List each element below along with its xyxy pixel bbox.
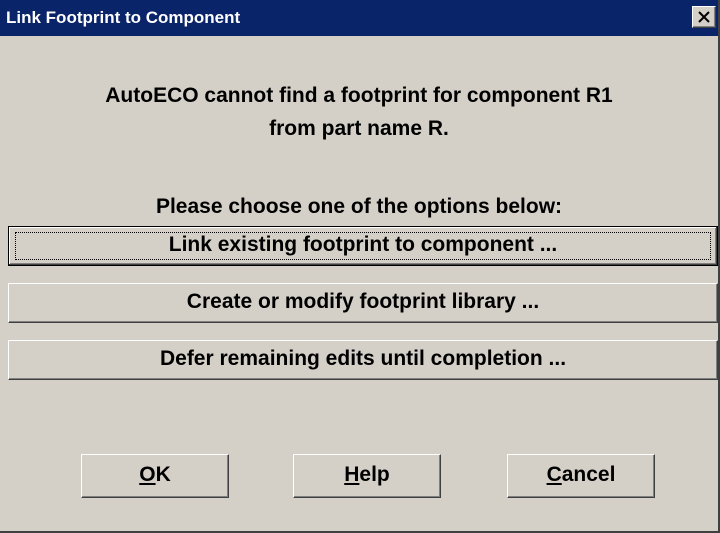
ok-label-rest: K — [155, 463, 171, 486]
ok-button[interactable]: OK — [81, 454, 229, 498]
link-existing-footprint-button[interactable]: Link existing footprint to component ... — [8, 226, 718, 266]
create-modify-library-button[interactable]: Create or modify footprint library ... — [8, 283, 718, 323]
cancel-label-rest: ancel — [561, 463, 616, 486]
defer-edits-button[interactable]: Defer remaining edits until completion .… — [8, 340, 718, 380]
close-button[interactable] — [692, 6, 716, 28]
cancel-accelerator: C — [546, 463, 562, 486]
message-line-1: AutoECO cannot find a footprint for comp… — [105, 84, 613, 107]
cancel-button[interactable]: Cancel — [507, 454, 655, 498]
window-title: Link Footprint to Component — [6, 8, 241, 27]
link-existing-footprint-label: Link existing footprint to component ... — [168, 233, 558, 256]
help-accelerator: H — [344, 463, 360, 486]
help-label-rest: elp — [359, 463, 390, 486]
help-button[interactable]: Help — [293, 454, 441, 498]
options-prompt: Please choose one of the options below: — [155, 195, 563, 218]
close-icon — [698, 11, 710, 23]
title-bar[interactable]: Link Footprint to Component — [0, 0, 718, 36]
message-line-2: from part name R. — [269, 117, 449, 140]
ok-accelerator: O — [139, 463, 156, 486]
defer-edits-label: Defer remaining edits until completion .… — [159, 347, 567, 370]
create-modify-library-label: Create or modify footprint library ... — [186, 290, 540, 313]
dialog-window: Link Footprint to Component AutoECO cann… — [0, 0, 720, 533]
